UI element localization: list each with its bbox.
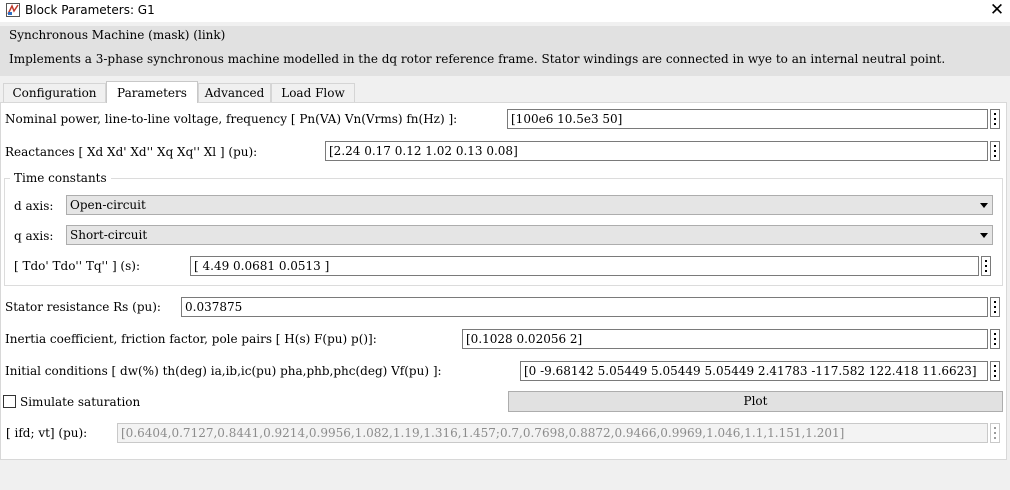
stator-resistance-field[interactable]: 0.037875 [181,297,988,317]
more-options-icon [994,118,996,120]
d-axis-value: Open-circuit [70,198,146,212]
mask-description: Implements a 3-phase synchronous machine… [9,52,946,66]
more-options-icon [994,311,996,313]
stator-resistance-more-button[interactable] [990,297,1000,317]
q-axis-label: q axis: [14,229,54,243]
more-options-icon [985,265,987,267]
simulate-saturation-checkbox[interactable] [3,395,16,408]
inertia-field[interactable]: [0.1028 0.02056 2] [462,329,988,349]
window-title: Block Parameters: G1 [25,3,155,17]
tab-advanced[interactable]: Advanced [198,83,271,102]
tab-configuration[interactable]: Configuration [3,83,106,102]
close-icon: ✕ [989,0,1005,20]
chevron-down-icon [980,233,988,238]
mask-title: Synchronous Machine (mask) (link) [9,28,226,42]
more-options-icon [994,145,996,147]
more-options-icon [994,301,996,303]
more-options-icon [994,113,996,115]
time-constants-title: Time constants [10,171,111,185]
ifd-vt-label: [ ifd; vt] (pu): [6,426,88,440]
chevron-down-icon [980,203,988,208]
more-options-icon [994,306,996,308]
initial-conditions-label: Initial conditions [ dw(%) th(deg) ia,ib… [5,364,442,378]
simulate-saturation-label: Simulate saturation [20,395,141,409]
inertia-more-button[interactable] [990,329,1000,349]
d-axis-dropdown[interactable]: Open-circuit [66,195,993,215]
more-options-icon [994,123,996,125]
inertia-label: Inertia coefficient, friction factor, po… [5,332,377,346]
close-button[interactable]: ✕ [984,0,1010,22]
tab-load-flow[interactable]: Load Flow [271,83,355,102]
ifd-vt-more-button[interactable] [990,423,1000,443]
stator-resistance-label: Stator resistance Rs (pu): [5,300,161,314]
more-options-icon [994,338,996,340]
more-options-icon [985,270,987,272]
more-options-icon [994,432,996,434]
more-options-icon [994,150,996,152]
more-options-icon [994,370,996,372]
reactances-more-button[interactable] [990,141,1000,161]
more-options-icon [994,155,996,157]
nominal-more-button[interactable] [990,109,1000,129]
reactances-label: Reactances [ Xd Xd' Xd'' Xq Xq'' Xl ] (p… [5,145,258,159]
more-options-icon [994,427,996,429]
more-options-icon [994,333,996,335]
more-options-icon [994,375,996,377]
nominal-label: Nominal power, line-to-line voltage, fre… [5,112,458,126]
time-constants-label: [ Tdo' Tdo'' Tq'' ] (s): [14,259,140,273]
tab-parameters[interactable]: Parameters [106,81,198,103]
more-options-icon [994,343,996,345]
initial-conditions-field[interactable]: [0 -9.68142 5.05449 5.05449 5.05449 2.41… [520,361,988,381]
q-axis-value: Short-circuit [70,228,148,242]
reactances-field[interactable]: [2.24 0.17 0.12 1.02 0.13 0.08] [325,141,988,161]
q-axis-dropdown[interactable]: Short-circuit [66,225,993,245]
time-constants-field[interactable]: [ 4.49 0.0681 0.0513 ] [190,256,979,276]
simulink-block-icon [6,3,20,17]
time-constants-more-button[interactable] [981,256,991,276]
ifd-vt-field[interactable]: [0.6404,0.7127,0.8441,0.9214,0.9956,1.08… [117,423,988,443]
more-options-icon [994,365,996,367]
initial-conditions-more-button[interactable] [990,361,1000,381]
more-options-icon [985,260,987,262]
plot-button[interactable]: Plot [508,391,1003,412]
d-axis-label: d axis: [14,199,54,213]
more-options-icon [994,437,996,439]
nominal-field[interactable]: [100e6 10.5e3 50] [507,109,988,129]
